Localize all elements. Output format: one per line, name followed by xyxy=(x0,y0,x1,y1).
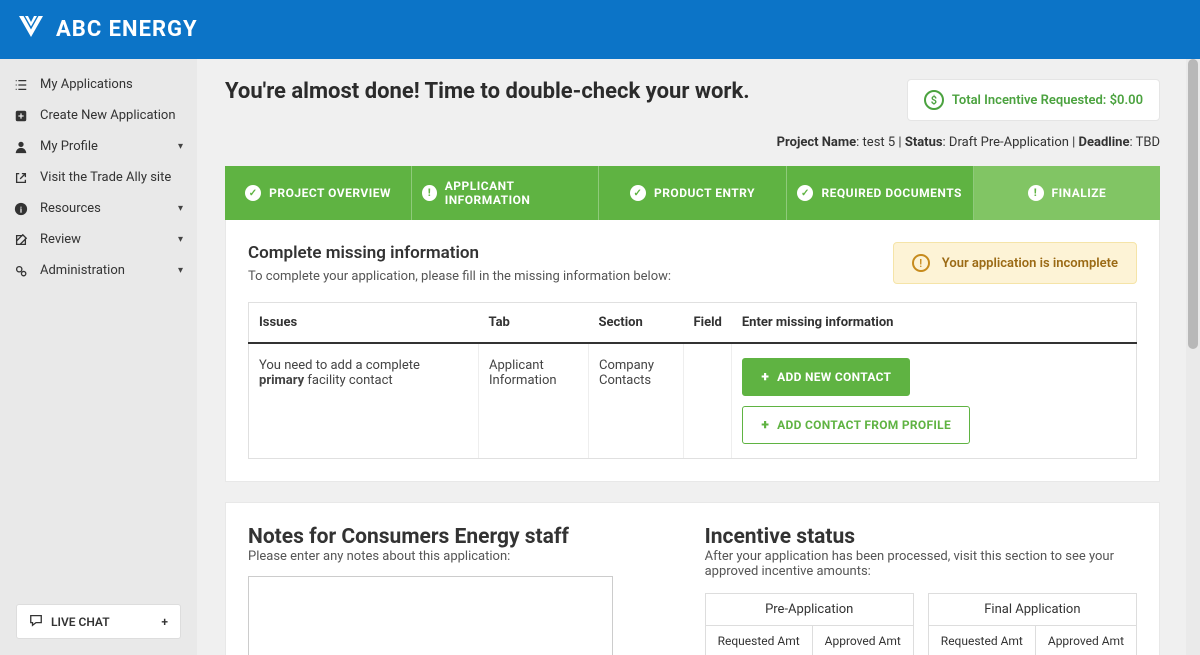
sidebar-item-create-application[interactable]: Create New Application xyxy=(0,100,197,131)
sidebar-item-label: My Applications xyxy=(40,77,133,92)
finalapp-requested-label: Requested Amt xyxy=(929,626,1036,655)
notes-panel: Notes for Consumers Energy staff Please … xyxy=(226,503,683,655)
wizard-steps: ✓ PROJECT OVERVIEW ! APPLICANT INFORMATION… xyxy=(225,166,1160,220)
check-icon: ✓ xyxy=(630,185,646,201)
table-row: You need to add a complete primary facil… xyxy=(249,343,1137,459)
missing-info-title: Complete missing information xyxy=(248,243,863,263)
add-new-contact-button[interactable]: +ADD NEW CONTACT xyxy=(742,358,910,396)
brand-name: ABC ENERGY xyxy=(56,17,198,42)
warning-icon: ! xyxy=(1028,185,1044,201)
warning-text: Your application is incomplete xyxy=(942,256,1118,271)
live-chat-label: LIVE CHAT xyxy=(51,615,110,629)
top-bar: ABC ENERGY xyxy=(0,0,1200,59)
incentive-subtitle: After your application has been processe… xyxy=(705,549,1137,579)
cogs-icon xyxy=(14,264,28,278)
logo-icon xyxy=(16,13,46,47)
sidebar-item-my-applications[interactable]: My Applications xyxy=(0,69,197,100)
chat-icon xyxy=(29,613,43,630)
col-field: Field xyxy=(684,303,732,344)
col-enter: Enter missing information xyxy=(732,303,1137,344)
total-incentive-badge: $ Total Incentive Requested: $0.00 xyxy=(907,79,1160,121)
sidebar-item-administration[interactable]: Administration ▾ xyxy=(0,255,197,286)
chevron-down-icon: ▾ xyxy=(178,234,183,245)
info-icon: i xyxy=(14,202,28,216)
live-chat-button[interactable]: LIVE CHAT + xyxy=(16,604,181,639)
preapp-table: Pre-Application Requested Amt Approved A… xyxy=(705,593,914,655)
incentive-label: Total Incentive Requested: xyxy=(952,93,1110,108)
scrollbar-thumb[interactable] xyxy=(1188,59,1198,349)
brand-logo: ABC ENERGY xyxy=(16,13,198,47)
preapp-approved-label: Approved Amt xyxy=(813,626,913,655)
preapp-header: Pre-Application xyxy=(706,594,913,626)
step-project-overview[interactable]: ✓ PROJECT OVERVIEW xyxy=(225,166,412,220)
step-finalize[interactable]: ! FINALIZE xyxy=(974,166,1160,220)
main-content: You're almost done! Time to double-check… xyxy=(197,59,1200,655)
col-issues: Issues xyxy=(249,303,479,344)
preapp-requested-label: Requested Amt xyxy=(706,626,813,655)
step-label: FINALIZE xyxy=(1052,186,1107,200)
incentive-value: $0.00 xyxy=(1110,93,1143,108)
chevron-down-icon: ▾ xyxy=(178,141,183,152)
sidebar: My Applications Create New Application M… xyxy=(0,59,197,655)
sidebar-item-label: Resources xyxy=(40,201,101,216)
check-icon: ✓ xyxy=(245,185,261,201)
plus-icon: + xyxy=(761,369,769,385)
page-title: You're almost done! Time to double-check… xyxy=(225,79,750,104)
issue-cell: You need to add a complete primary facil… xyxy=(249,343,479,459)
notes-textarea[interactable] xyxy=(248,576,613,655)
section-cell: Company Contacts xyxy=(589,343,684,459)
field-cell xyxy=(684,343,732,459)
dollar-icon: $ xyxy=(924,90,944,110)
sidebar-item-label: Review xyxy=(40,232,81,247)
sidebar-item-trade-ally[interactable]: Visit the Trade Ally site xyxy=(0,162,197,193)
project-meta: Project Name: test 5 | Status: Draft Pre… xyxy=(225,135,1160,150)
sidebar-item-label: My Profile xyxy=(40,139,98,154)
external-link-icon xyxy=(14,171,28,185)
bottom-panels: Notes for Consumers Energy staff Please … xyxy=(225,502,1160,655)
step-label: APPLICANT INFORMATION xyxy=(445,179,589,207)
sidebar-item-label: Visit the Trade Ally site xyxy=(40,170,171,185)
finalapp-table: Final Application Requested Amt Approved… xyxy=(928,593,1137,655)
warning-icon: ! xyxy=(912,254,930,272)
notes-title: Notes for Consumers Energy staff xyxy=(248,525,661,549)
col-section: Section xyxy=(589,303,684,344)
sidebar-item-label: Administration xyxy=(40,263,125,278)
missing-info-subtitle: To complete your application, please fil… xyxy=(248,269,863,284)
scrollbar-track[interactable] xyxy=(1186,59,1200,655)
missing-info-panel: Complete missing information To complete… xyxy=(225,220,1160,482)
chevron-down-icon: ▾ xyxy=(178,265,183,276)
edit-icon xyxy=(14,233,28,247)
notes-subtitle: Please enter any notes about this applic… xyxy=(248,549,661,564)
sidebar-item-label: Create New Application xyxy=(40,108,176,123)
plus-icon: + xyxy=(161,615,168,629)
list-icon xyxy=(14,78,28,92)
plus-square-icon xyxy=(14,109,28,123)
step-label: PROJECT OVERVIEW xyxy=(269,186,391,200)
issues-table: Issues Tab Section Field Enter missing i… xyxy=(248,302,1137,459)
finalapp-approved-label: Approved Amt xyxy=(1036,626,1136,655)
sidebar-item-review[interactable]: Review ▾ xyxy=(0,224,197,255)
chevron-down-icon: ▾ xyxy=(178,203,183,214)
step-label: PRODUCT ENTRY xyxy=(654,186,755,200)
check-icon: ✓ xyxy=(797,185,813,201)
action-cell: +ADD NEW CONTACT +ADD CONTACT FROM PROFI… xyxy=(732,343,1137,459)
incentive-title: Incentive status xyxy=(705,525,1137,549)
plus-icon: + xyxy=(761,417,769,433)
incentive-status-panel: Incentive status After your application … xyxy=(683,503,1159,655)
warning-icon: ! xyxy=(422,185,437,201)
step-product-entry[interactable]: ✓ PRODUCT ENTRY xyxy=(599,166,786,220)
step-applicant-information[interactable]: ! APPLICANT INFORMATION xyxy=(412,166,599,220)
tab-cell: Applicant Information xyxy=(479,343,589,459)
sidebar-item-resources[interactable]: i Resources ▾ xyxy=(0,193,197,224)
add-contact-from-profile-button[interactable]: +ADD CONTACT FROM PROFILE xyxy=(742,406,970,444)
step-required-documents[interactable]: ✓ REQUIRED DOCUMENTS xyxy=(787,166,974,220)
incomplete-warning-banner: ! Your application is incomplete xyxy=(893,242,1137,284)
user-icon xyxy=(14,140,28,154)
col-tab: Tab xyxy=(479,303,589,344)
sidebar-item-my-profile[interactable]: My Profile ▾ xyxy=(0,131,197,162)
finalapp-header: Final Application xyxy=(929,594,1136,626)
step-label: REQUIRED DOCUMENTS xyxy=(821,186,961,200)
